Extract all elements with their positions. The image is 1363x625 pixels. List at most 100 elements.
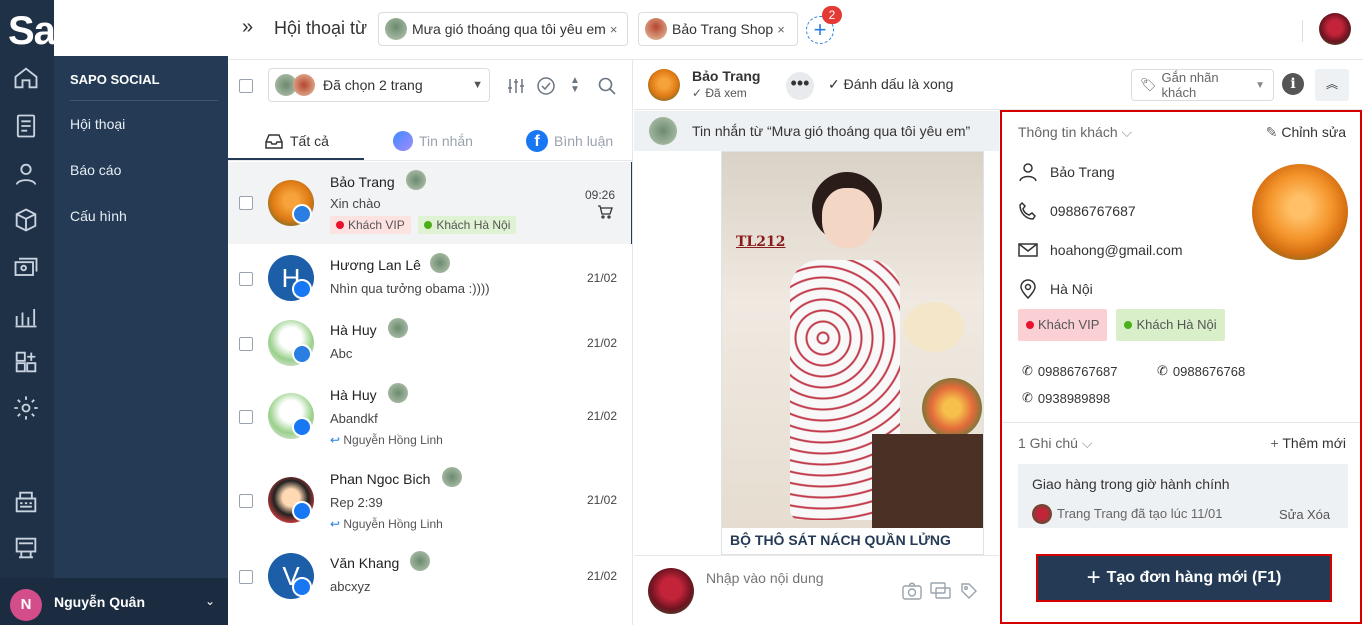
- product-image: TL212: [722, 152, 983, 528]
- tag-customer-select[interactable]: 🏷 Gắn nhãn khách ▼: [1131, 69, 1274, 101]
- model-face: [822, 188, 874, 248]
- collapse-menu-icon[interactable]: »: [242, 16, 253, 39]
- product-card[interactable]: TL212 BỘ THÔ SÁT NÁCH QUẦN LỬNG: [721, 151, 984, 555]
- tag-icon[interactable]: [960, 582, 978, 600]
- close-icon[interactable]: ×: [610, 22, 618, 37]
- chevron-down-icon[interactable]: ⌄: [205, 594, 215, 608]
- divider: [1002, 422, 1360, 423]
- select-all-checkbox[interactable]: [239, 79, 253, 93]
- row-checkbox[interactable]: [239, 494, 253, 508]
- menu-item-reports[interactable]: Báo cáo: [70, 162, 121, 178]
- more-icon[interactable]: •••: [786, 72, 814, 100]
- menu-title: SAPO SOCIAL: [70, 72, 160, 87]
- page-avatar: [388, 318, 408, 338]
- quick-reply-icon[interactable]: [930, 582, 952, 600]
- check-circle-icon[interactable]: [536, 76, 556, 96]
- tab-messages[interactable]: Tin nhắn: [393, 122, 473, 160]
- message-source-bar: Tin nhắn từ “Mưa gió thoáng qua tôi yêu …: [634, 111, 999, 151]
- location-icon: [1020, 279, 1036, 299]
- settings-icon[interactable]: [12, 394, 40, 422]
- search-icon[interactable]: [597, 76, 617, 96]
- phone-icon: ✆: [1157, 363, 1168, 378]
- inbox-icon: [265, 134, 283, 149]
- tab-comments[interactable]: f Bình luận: [526, 122, 613, 160]
- agent-avatar: [648, 568, 694, 614]
- conversation-row[interactable]: V Văn Khang abcxyz 21/02: [228, 543, 632, 625]
- info-icon[interactable]: i: [1282, 73, 1304, 95]
- menu-item-conversations[interactable]: Hội thoại: [70, 116, 125, 132]
- check-icon: ✓: [692, 86, 706, 100]
- customer-icon[interactable]: [12, 160, 40, 188]
- product-code: TL212: [736, 234, 786, 250]
- note-delete-link[interactable]: Xóa: [1307, 507, 1330, 522]
- collapse-icon[interactable]: ︽: [1315, 69, 1349, 101]
- page-chip-2[interactable]: Bảo Trang Shop ×: [638, 12, 798, 46]
- note-meta: Trang Trang đã tạo lúc 11/01: [1057, 506, 1223, 521]
- orders-icon[interactable]: [12, 112, 40, 140]
- last-message: Nhìn qua tưởng obama :)))): [330, 281, 490, 296]
- note-author-avatar: [1032, 504, 1052, 524]
- page-selector[interactable]: Đã chọn 2 trang ▼: [268, 68, 490, 102]
- sort-icon[interactable]: ▲ ▼: [568, 76, 582, 96]
- chevron-down-icon: ▼: [472, 79, 483, 91]
- notes-toggle[interactable]: 1 Ghi chú ⌵: [1018, 435, 1092, 452]
- filter-icon[interactable]: [506, 76, 526, 96]
- reply-by: ↩ Nguyễn Hồng Linh: [330, 433, 443, 447]
- note-text: Giao hàng trong giờ hành chính: [1032, 476, 1230, 492]
- tag-hanoi[interactable]: Khách Hà Nội: [1116, 309, 1225, 341]
- phone-item[interactable]: ✆ 09886767687: [1022, 363, 1117, 379]
- product-icon[interactable]: [12, 206, 40, 234]
- facebook-icon: f: [526, 130, 548, 152]
- customer-location-row: Hà Nội: [1018, 279, 1093, 299]
- divider: [1302, 20, 1303, 42]
- conversation-row[interactable]: Phan Ngoc Bich Rep 2:39 21/02 ↩ Nguyễn H…: [228, 459, 632, 541]
- tag-vip[interactable]: Khách VIP: [1018, 309, 1108, 341]
- store-icon[interactable]: [12, 534, 40, 562]
- plus-icon: +: [1270, 435, 1279, 451]
- phone-item[interactable]: ✆ 0988676768: [1157, 363, 1245, 379]
- mark-done-button[interactable]: ✓ Đánh dấu là xong: [828, 76, 953, 93]
- row-checkbox[interactable]: [239, 337, 253, 351]
- camera-icon[interactable]: [902, 582, 922, 600]
- customer-phone-row: 09886767687: [1018, 201, 1136, 221]
- message-time: 21/02: [586, 569, 617, 583]
- customer-info-toggle[interactable]: Thông tin khách ⌵: [1018, 124, 1132, 141]
- facebook-icon: [292, 501, 312, 521]
- phone-item[interactable]: ✆ 0938989898: [1022, 390, 1110, 406]
- contact-name: Hà Huy: [330, 322, 377, 338]
- user-menu[interactable]: N Nguyễn Quân ⌄: [0, 578, 228, 625]
- sapo-logo[interactable]: Sapo: [8, 8, 118, 54]
- phone-icon: ✆: [1022, 390, 1033, 405]
- apps-icon[interactable]: [12, 348, 40, 376]
- note-edit-link[interactable]: Sửa: [1279, 507, 1304, 522]
- pos-icon[interactable]: [12, 488, 40, 516]
- close-icon[interactable]: ×: [777, 22, 785, 37]
- row-checkbox[interactable]: [239, 196, 253, 210]
- chat-header: Bảo Trang ✓ Đã xem ••• ✓ Đánh dấu là xon…: [634, 60, 1363, 110]
- cashbook-icon[interactable]: [12, 254, 40, 282]
- conversation-row[interactable]: Bảo Trang Xin chào Khách VIP Khách Hà Nộ…: [228, 162, 632, 244]
- nightstand: [872, 434, 983, 528]
- tab-all[interactable]: Tất cả: [264, 122, 329, 160]
- menu-item-settings[interactable]: Cấu hình: [70, 208, 127, 224]
- chevron-down-icon: ▼: [1255, 79, 1265, 91]
- message-time: 21/02: [586, 271, 617, 285]
- page-avatar: [430, 253, 450, 273]
- row-checkbox[interactable]: [239, 272, 253, 286]
- conversation-row[interactable]: Hà Huy Abandkf 21/02 ↩ Nguyễn Hồng Linh: [228, 375, 632, 457]
- row-checkbox[interactable]: [239, 570, 253, 584]
- page-chip-1[interactable]: Mưa gió thoáng qua tôi yêu em ×: [378, 12, 628, 46]
- account-avatar[interactable]: [1319, 13, 1351, 45]
- page-avatar: [293, 74, 315, 96]
- edit-customer-button[interactable]: ✎ Chỉnh sửa: [1266, 124, 1346, 141]
- tag-icon: 🏷: [1140, 77, 1157, 92]
- add-note-button[interactable]: + Thêm mới: [1271, 435, 1346, 451]
- row-checkbox[interactable]: [239, 410, 253, 424]
- report-icon[interactable]: [12, 302, 40, 330]
- home-icon[interactable]: [12, 64, 40, 92]
- compose-area: [634, 555, 999, 625]
- message-time: 21/02: [586, 409, 617, 423]
- tab-label: Bình luận: [554, 133, 614, 149]
- create-order-button[interactable]: + Tạo đơn hàng mới (F1): [1036, 554, 1332, 602]
- selected-pages-label: Đã chọn 2 trang: [323, 77, 423, 93]
